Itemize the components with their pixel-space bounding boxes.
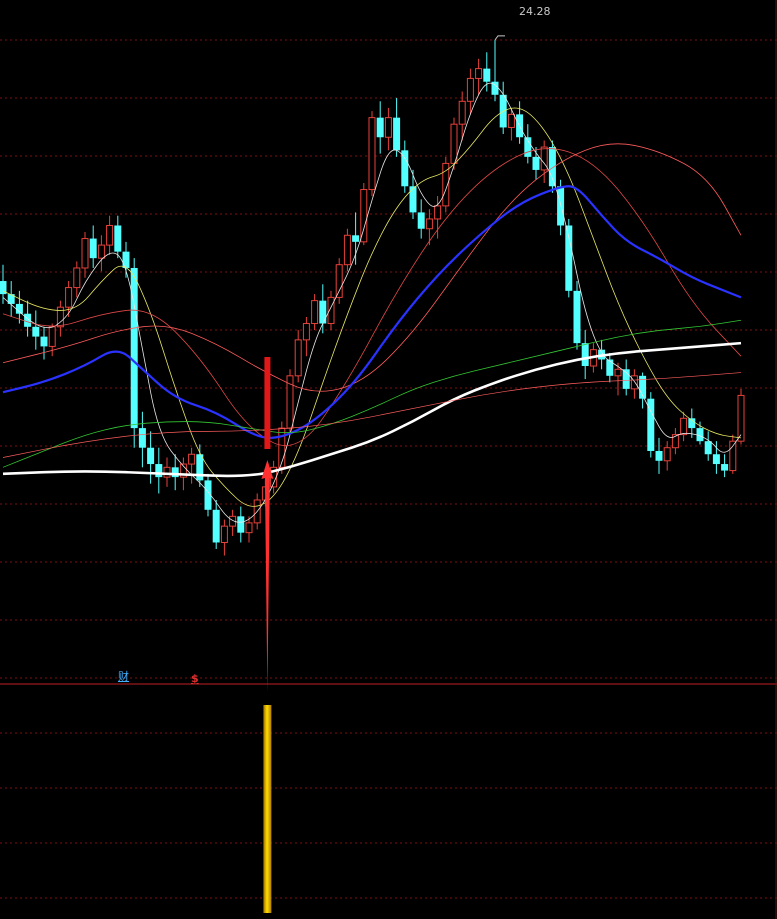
candle-body (106, 224, 114, 246)
candle-body (573, 290, 581, 344)
candle-body (81, 238, 89, 269)
stock-chart (0, 0, 777, 919)
candle-body (401, 150, 409, 187)
candle-body (147, 447, 155, 465)
peak-leader (494, 35, 505, 41)
candle-body (475, 68, 483, 79)
candle-body (122, 251, 130, 268)
candle-body (32, 326, 40, 337)
candle-body (65, 287, 73, 308)
candle-body (737, 394, 745, 442)
candle-body (376, 117, 384, 138)
candle-body (89, 238, 97, 259)
candle-body (335, 264, 343, 298)
candle-body (483, 68, 491, 82)
candle-body (696, 428, 704, 442)
candle-body (327, 296, 335, 325)
candle-body (311, 300, 319, 325)
candle-body (507, 113, 515, 128)
candle-body (237, 516, 245, 533)
signal-bar-top (264, 357, 271, 449)
candle-body (565, 225, 573, 291)
candle-body (393, 117, 401, 151)
candle-body (319, 300, 327, 324)
candle-body (532, 156, 540, 170)
candle-body (163, 466, 171, 478)
candle-body (450, 123, 458, 164)
candle-body (581, 343, 589, 367)
candle-body (188, 453, 196, 465)
candle-body (220, 525, 228, 543)
candle-body (458, 100, 466, 125)
candle-body (212, 509, 220, 543)
candle-body (704, 441, 712, 455)
candle-body (138, 428, 146, 448)
candle-body (368, 117, 376, 191)
peak-price-label: 24.28 (519, 5, 551, 18)
candle-body (614, 368, 622, 377)
candle-body (360, 189, 368, 243)
candle-body (114, 225, 122, 252)
candle-body (606, 359, 614, 376)
candle-body (721, 464, 729, 471)
candle-body (155, 464, 163, 478)
candle-body (384, 117, 392, 138)
ma120-line (2, 372, 742, 458)
ma60-line (2, 319, 742, 468)
candle-body (434, 205, 442, 220)
candle-body (630, 375, 638, 390)
candle-body (73, 267, 81, 289)
candle-body (425, 218, 433, 230)
candle-body (40, 336, 48, 347)
finance-marker[interactable]: 财 (118, 670, 129, 683)
dividend-marker[interactable]: $ (191, 672, 199, 685)
candle-body (655, 450, 663, 461)
signal-volume-bar (263, 705, 272, 913)
candle-body (417, 212, 425, 229)
candle-body (302, 323, 310, 341)
candle-body (466, 77, 474, 102)
candle-body (688, 418, 696, 429)
candle-body (712, 454, 720, 465)
candle-body (343, 234, 351, 266)
candle-body (352, 235, 360, 242)
candle-body (680, 417, 688, 436)
candle-body (548, 147, 556, 187)
candle-body (663, 447, 671, 462)
candle-body (171, 467, 179, 478)
candle-body (97, 244, 105, 259)
candle-body (294, 339, 302, 377)
candle-body (245, 522, 253, 534)
candle-body (48, 326, 56, 347)
ma250-line (2, 341, 742, 478)
candle-body (557, 186, 565, 226)
candle-body (409, 186, 417, 213)
